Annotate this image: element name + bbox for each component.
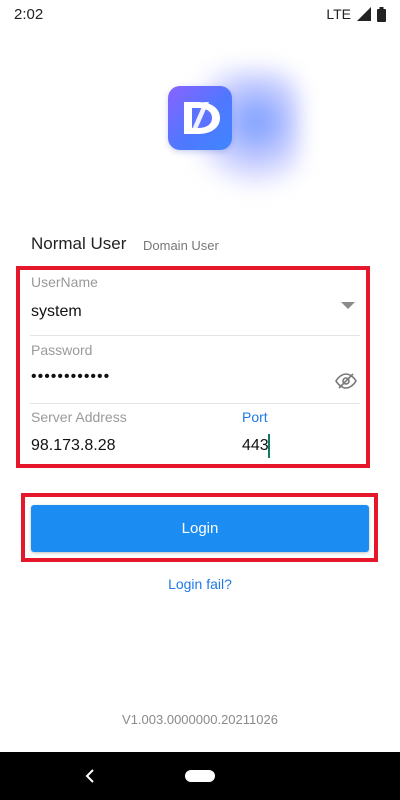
server-address-label: Server Address: [31, 409, 127, 425]
app-logo-icon: [168, 86, 232, 150]
port-label: Port: [242, 409, 268, 425]
eye-off-icon[interactable]: [335, 372, 357, 390]
divider: [30, 335, 360, 336]
tab-normal-user[interactable]: Normal User: [31, 234, 126, 254]
login-fail-link[interactable]: Login fail?: [0, 576, 400, 592]
login-screen: 2:02 LTE Normal User Domain User UserNam…: [0, 0, 400, 800]
username-input[interactable]: system: [31, 303, 82, 321]
battery-icon: [377, 6, 386, 22]
logo-letter-icon: [184, 102, 220, 134]
password-label: Password: [31, 342, 93, 358]
text-caret: [268, 434, 270, 458]
system-nav-bar: [0, 752, 400, 800]
version-label: V1.003.0000000.20211026: [122, 712, 278, 727]
tab-domain-user[interactable]: Domain User: [143, 238, 219, 253]
username-label: UserName: [31, 274, 98, 290]
home-pill-icon[interactable]: [185, 770, 215, 782]
network-label: LTE: [326, 6, 351, 22]
signal-icon: [357, 7, 371, 21]
port-input[interactable]: 443: [242, 437, 269, 455]
status-bar: 2:02 LTE: [0, 0, 400, 30]
server-address-input[interactable]: 98.173.8.28: [31, 437, 116, 455]
status-time: 2:02: [14, 6, 44, 23]
divider: [30, 403, 360, 404]
chevron-down-icon[interactable]: [341, 300, 355, 310]
login-button[interactable]: Login: [31, 505, 369, 552]
status-icons: LTE: [326, 6, 386, 22]
back-icon[interactable]: [82, 767, 98, 785]
password-input[interactable]: ••••••••••••: [31, 368, 110, 386]
